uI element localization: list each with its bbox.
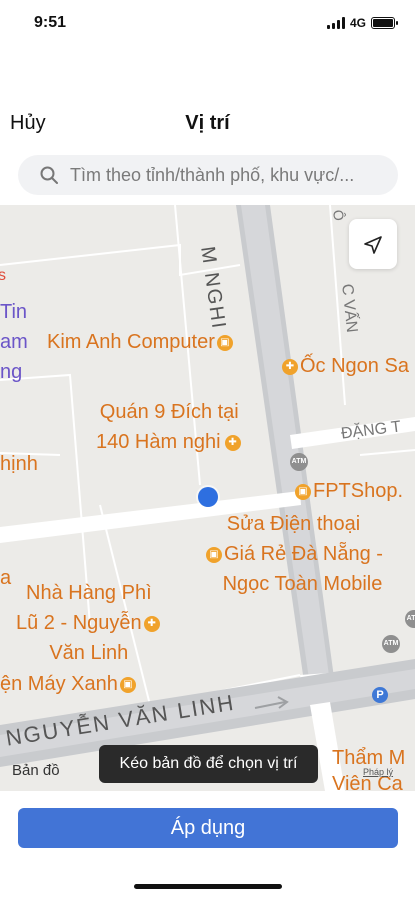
apply-button[interactable]: Áp dụng — [18, 808, 398, 848]
maps-logo: Bản đồ — [12, 762, 60, 779]
shop-icon: ▣ — [119, 677, 136, 693]
search-icon — [40, 166, 58, 184]
shop-icon: ▣ — [216, 335, 233, 351]
poi-label-line3: Văn Linh — [49, 642, 129, 664]
nav-bar: Hủy Vị trí — [0, 100, 415, 144]
location-pin[interactable] — [198, 487, 218, 507]
restaurant-icon: ✚ — [143, 616, 160, 632]
poi-partial-am: am — [0, 331, 28, 353]
poi-fptshop[interactable]: ▣ FPTShop. — [293, 476, 403, 506]
poi-label-line2: Giá Rẻ Đà Nẵng - — [224, 543, 383, 565]
restaurant-icon: ✚ — [282, 359, 298, 375]
home-indicator — [134, 884, 282, 889]
parking-icon[interactable]: P — [372, 687, 388, 703]
map-view[interactable]: M NGHI ĐẶNG T NGUYỄN VĂN LINH C VẤN Ô s … — [0, 205, 415, 791]
status-indicators: 4G — [326, 16, 398, 30]
poi-dien-may-xanh[interactable]: ện Máy Xanh ▣ — [0, 669, 138, 699]
atm-icon[interactable]: ATM — [382, 635, 400, 653]
poi-sua-dien-thoai[interactable]: Sửa Điện thoại ▣ Giá Rẻ Đà Nẵng - Ngọc To… — [204, 509, 383, 599]
network-type: 4G — [349, 16, 366, 30]
page-title: Vị trí — [185, 112, 230, 134]
search-input[interactable] — [70, 155, 388, 195]
poi-label-line1: Quán 9 Đích tại — [99, 401, 239, 423]
poi-label-line2: 140 Hàm nghi — [96, 431, 221, 453]
poi-label-line1: Nhà Hàng Phì — [26, 582, 152, 604]
poi-nha-hang-phi-lu[interactable]: Nhà Hàng Phì Lũ 2 - Nguyễn ✚ Văn Linh — [16, 578, 162, 668]
shop-icon: ▣ — [295, 484, 311, 500]
status-bar: 9:51 4G — [0, 0, 415, 50]
poi-partial-tin: Tin — [0, 301, 28, 323]
locate-icon — [364, 236, 382, 254]
poi-label-line1: Sửa Điện thoại — [226, 513, 361, 535]
poi-partial-ng: ng — [0, 361, 23, 383]
poi-label: ện Máy Xanh — [0, 673, 118, 695]
poi-partial-a: a — [0, 567, 12, 589]
poi-label-line2: Lũ 2 - Nguyễn — [16, 612, 142, 634]
poi-kim-anh-computer[interactable]: Kim Anh Computer ▣ — [47, 327, 235, 357]
poi-label: Kim Anh Computer — [47, 331, 215, 353]
maps-logo-label: Bản đồ — [12, 762, 60, 779]
legal-link[interactable]: Pháp lý — [363, 767, 393, 777]
restaurant-icon: ✚ — [224, 435, 241, 451]
status-time: 9:51 — [34, 14, 67, 31]
atm-icon[interactable]: ATM — [290, 453, 308, 471]
poi-label: FPTShop. — [313, 480, 404, 502]
drag-hint-tooltip: Kéo bản đồ để chọn vị trí — [99, 745, 318, 783]
search-bar[interactable] — [18, 155, 398, 195]
poi-quan-9-dich[interactable]: Quán 9 Đích tại 140 Hàm nghi ✚ — [96, 397, 243, 457]
poi-label: Ốc Ngon Sa — [300, 355, 409, 377]
poi-label-line3: Ngọc Toàn Mobile — [222, 573, 383, 595]
street-label-o: Ô — [330, 209, 348, 222]
signal-icon — [326, 17, 345, 29]
shop-icon: ▣ — [206, 547, 222, 563]
poi-partial-red-dot: s — [0, 267, 6, 284]
battery-icon — [371, 17, 398, 29]
poi-partial-hinh: hịnh — [0, 453, 38, 475]
poi-oc-ngon[interactable]: ✚ Ốc Ngon Sa — [280, 351, 409, 381]
locate-button[interactable] — [349, 219, 397, 269]
